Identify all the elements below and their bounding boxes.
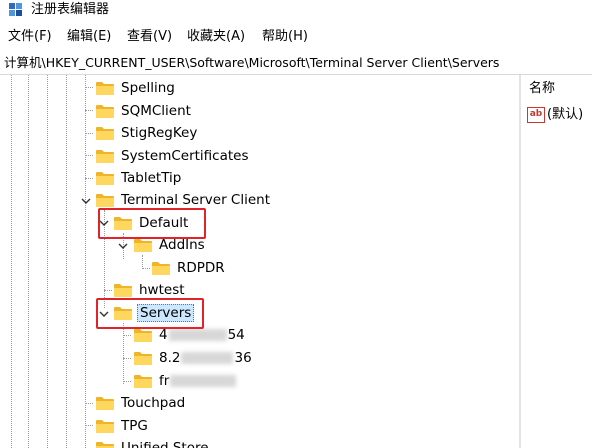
folder-icon [134, 374, 152, 388]
tree-guide-line [123, 323, 124, 384]
tree-node-hwtest[interactable]: hwtest [114, 280, 187, 300]
tree-node-label: Unified Store [121, 440, 209, 448]
menu-help[interactable]: 帮助(H) [262, 29, 308, 45]
menu-edit[interactable]: 编辑(E) [67, 29, 111, 45]
folder-icon [96, 396, 114, 410]
tree-node-terminal-server-client[interactable]: Terminal Server Client [96, 190, 272, 210]
tree-node-label: SystemCertificates [121, 148, 249, 164]
tree-node-label: TPG [121, 418, 148, 434]
address-bar[interactable]: 计算机\HKEY_CURRENT_USER\Software\Microsoft… [0, 52, 592, 75]
tree-node-label: fr [157, 372, 239, 390]
registry-editor-icon [9, 3, 22, 16]
tree-node-spelling[interactable]: Spelling [96, 78, 177, 98]
label-visible-end: 36 [234, 350, 252, 366]
tree-connector [123, 335, 131, 336]
tree-connector [85, 178, 93, 179]
menu-file[interactable]: 文件(F) [8, 29, 52, 45]
tree-node-label: TabletTip [121, 170, 182, 186]
tree-connector [85, 87, 93, 88]
tree-guide-line [47, 75, 48, 448]
tree-connector [104, 290, 112, 291]
tree-node-sqmclient[interactable]: SQMClient [96, 101, 193, 121]
folder-open-icon [134, 238, 152, 252]
tree-guide-line [28, 75, 29, 448]
tree-connector [85, 155, 93, 156]
title-bar: 注册表编辑器 [0, 0, 592, 22]
string-value-icon: ab [527, 107, 545, 123]
folder-open-icon [96, 193, 114, 207]
tree-node-label: Terminal Server Client [121, 192, 270, 208]
values-pane[interactable]: 名称 ab (默认) [521, 75, 592, 448]
tree-connector [123, 381, 131, 382]
tree-connector [123, 358, 131, 359]
folder-icon [134, 351, 152, 365]
label-visible-end: 54 [227, 327, 245, 343]
tree-node-label: StigRegKey [121, 125, 198, 141]
tree-connector [85, 403, 93, 404]
folder-icon [96, 419, 114, 433]
highlight-box-default [98, 208, 206, 239]
redacted-text [168, 329, 227, 341]
value-row-default[interactable]: ab (默认) [527, 106, 583, 124]
label-visible-start: 4 [159, 327, 168, 343]
tree-connector [85, 110, 93, 111]
label-visible-start: fr [159, 373, 170, 389]
tree-guide-line [85, 75, 86, 448]
tree-node-label: SQMClient [121, 103, 191, 119]
window-title: 注册表编辑器 [31, 2, 110, 17]
menu-bar: 文件(F) 编辑(E) 查看(V) 收藏夹(A) 帮助(H) [0, 27, 592, 49]
folder-icon [114, 283, 132, 297]
tree-node-systemcertificates[interactable]: SystemCertificates [96, 146, 251, 166]
tree-node-label: Spelling [121, 80, 175, 96]
tree-node-label: Touchpad [121, 395, 186, 411]
folder-icon [96, 126, 114, 140]
menu-view[interactable]: 查看(V) [127, 29, 172, 45]
folder-icon [96, 81, 114, 95]
tree-node-tablettip[interactable]: TabletTip [96, 168, 183, 188]
tree-connector [85, 425, 93, 426]
folder-icon [134, 328, 152, 342]
tree-node-tpg[interactable]: TPG [96, 416, 150, 436]
tree-node-unified-store[interactable]: Unified Store [96, 438, 211, 448]
highlight-box-servers [96, 298, 204, 329]
chevron-down-icon[interactable] [118, 241, 128, 251]
folder-icon [152, 261, 170, 275]
redacted-text [170, 375, 237, 387]
registry-editor-window: 注册表编辑器 文件(F) 编辑(E) 查看(V) 收藏夹(A) 帮助(H) 计算… [0, 0, 592, 448]
tree-connector [142, 268, 150, 269]
label-visible-start: 8.2 [159, 350, 181, 366]
tree-node-touchpad[interactable]: Touchpad [96, 393, 187, 413]
folder-icon [96, 149, 114, 163]
chevron-down-icon[interactable] [81, 196, 91, 206]
tree-guide-line [11, 75, 12, 448]
menu-favorites[interactable]: 收藏夹(A) [187, 29, 245, 45]
tree-guide-line [142, 255, 143, 269]
tree-node-label: 8.2 36 [157, 349, 254, 367]
tree-node-label: RDPDR [177, 260, 225, 276]
tree-guide-line [66, 75, 67, 448]
column-header-name[interactable]: 名称 [529, 81, 555, 97]
tree-pane[interactable]: Spelling SQMClient StigRegKey SystemCert… [0, 75, 519, 448]
tree-connector [85, 133, 93, 134]
folder-icon [96, 171, 114, 185]
folder-icon [96, 441, 114, 448]
tree-node-label: hwtest [139, 282, 185, 298]
tree-node-server-entry[interactable]: 8.2 36 [134, 348, 254, 368]
folder-icon [96, 104, 114, 118]
address-path[interactable]: 计算机\HKEY_CURRENT_USER\Software\Microsoft… [4, 55, 499, 71]
tree-node-server-entry[interactable]: fr [134, 371, 239, 391]
tree-node-rdpdr[interactable]: RDPDR [152, 258, 227, 278]
tree-node-stigregkey[interactable]: StigRegKey [96, 123, 199, 143]
value-name: (默认) [547, 107, 584, 122]
redacted-text [181, 352, 234, 364]
